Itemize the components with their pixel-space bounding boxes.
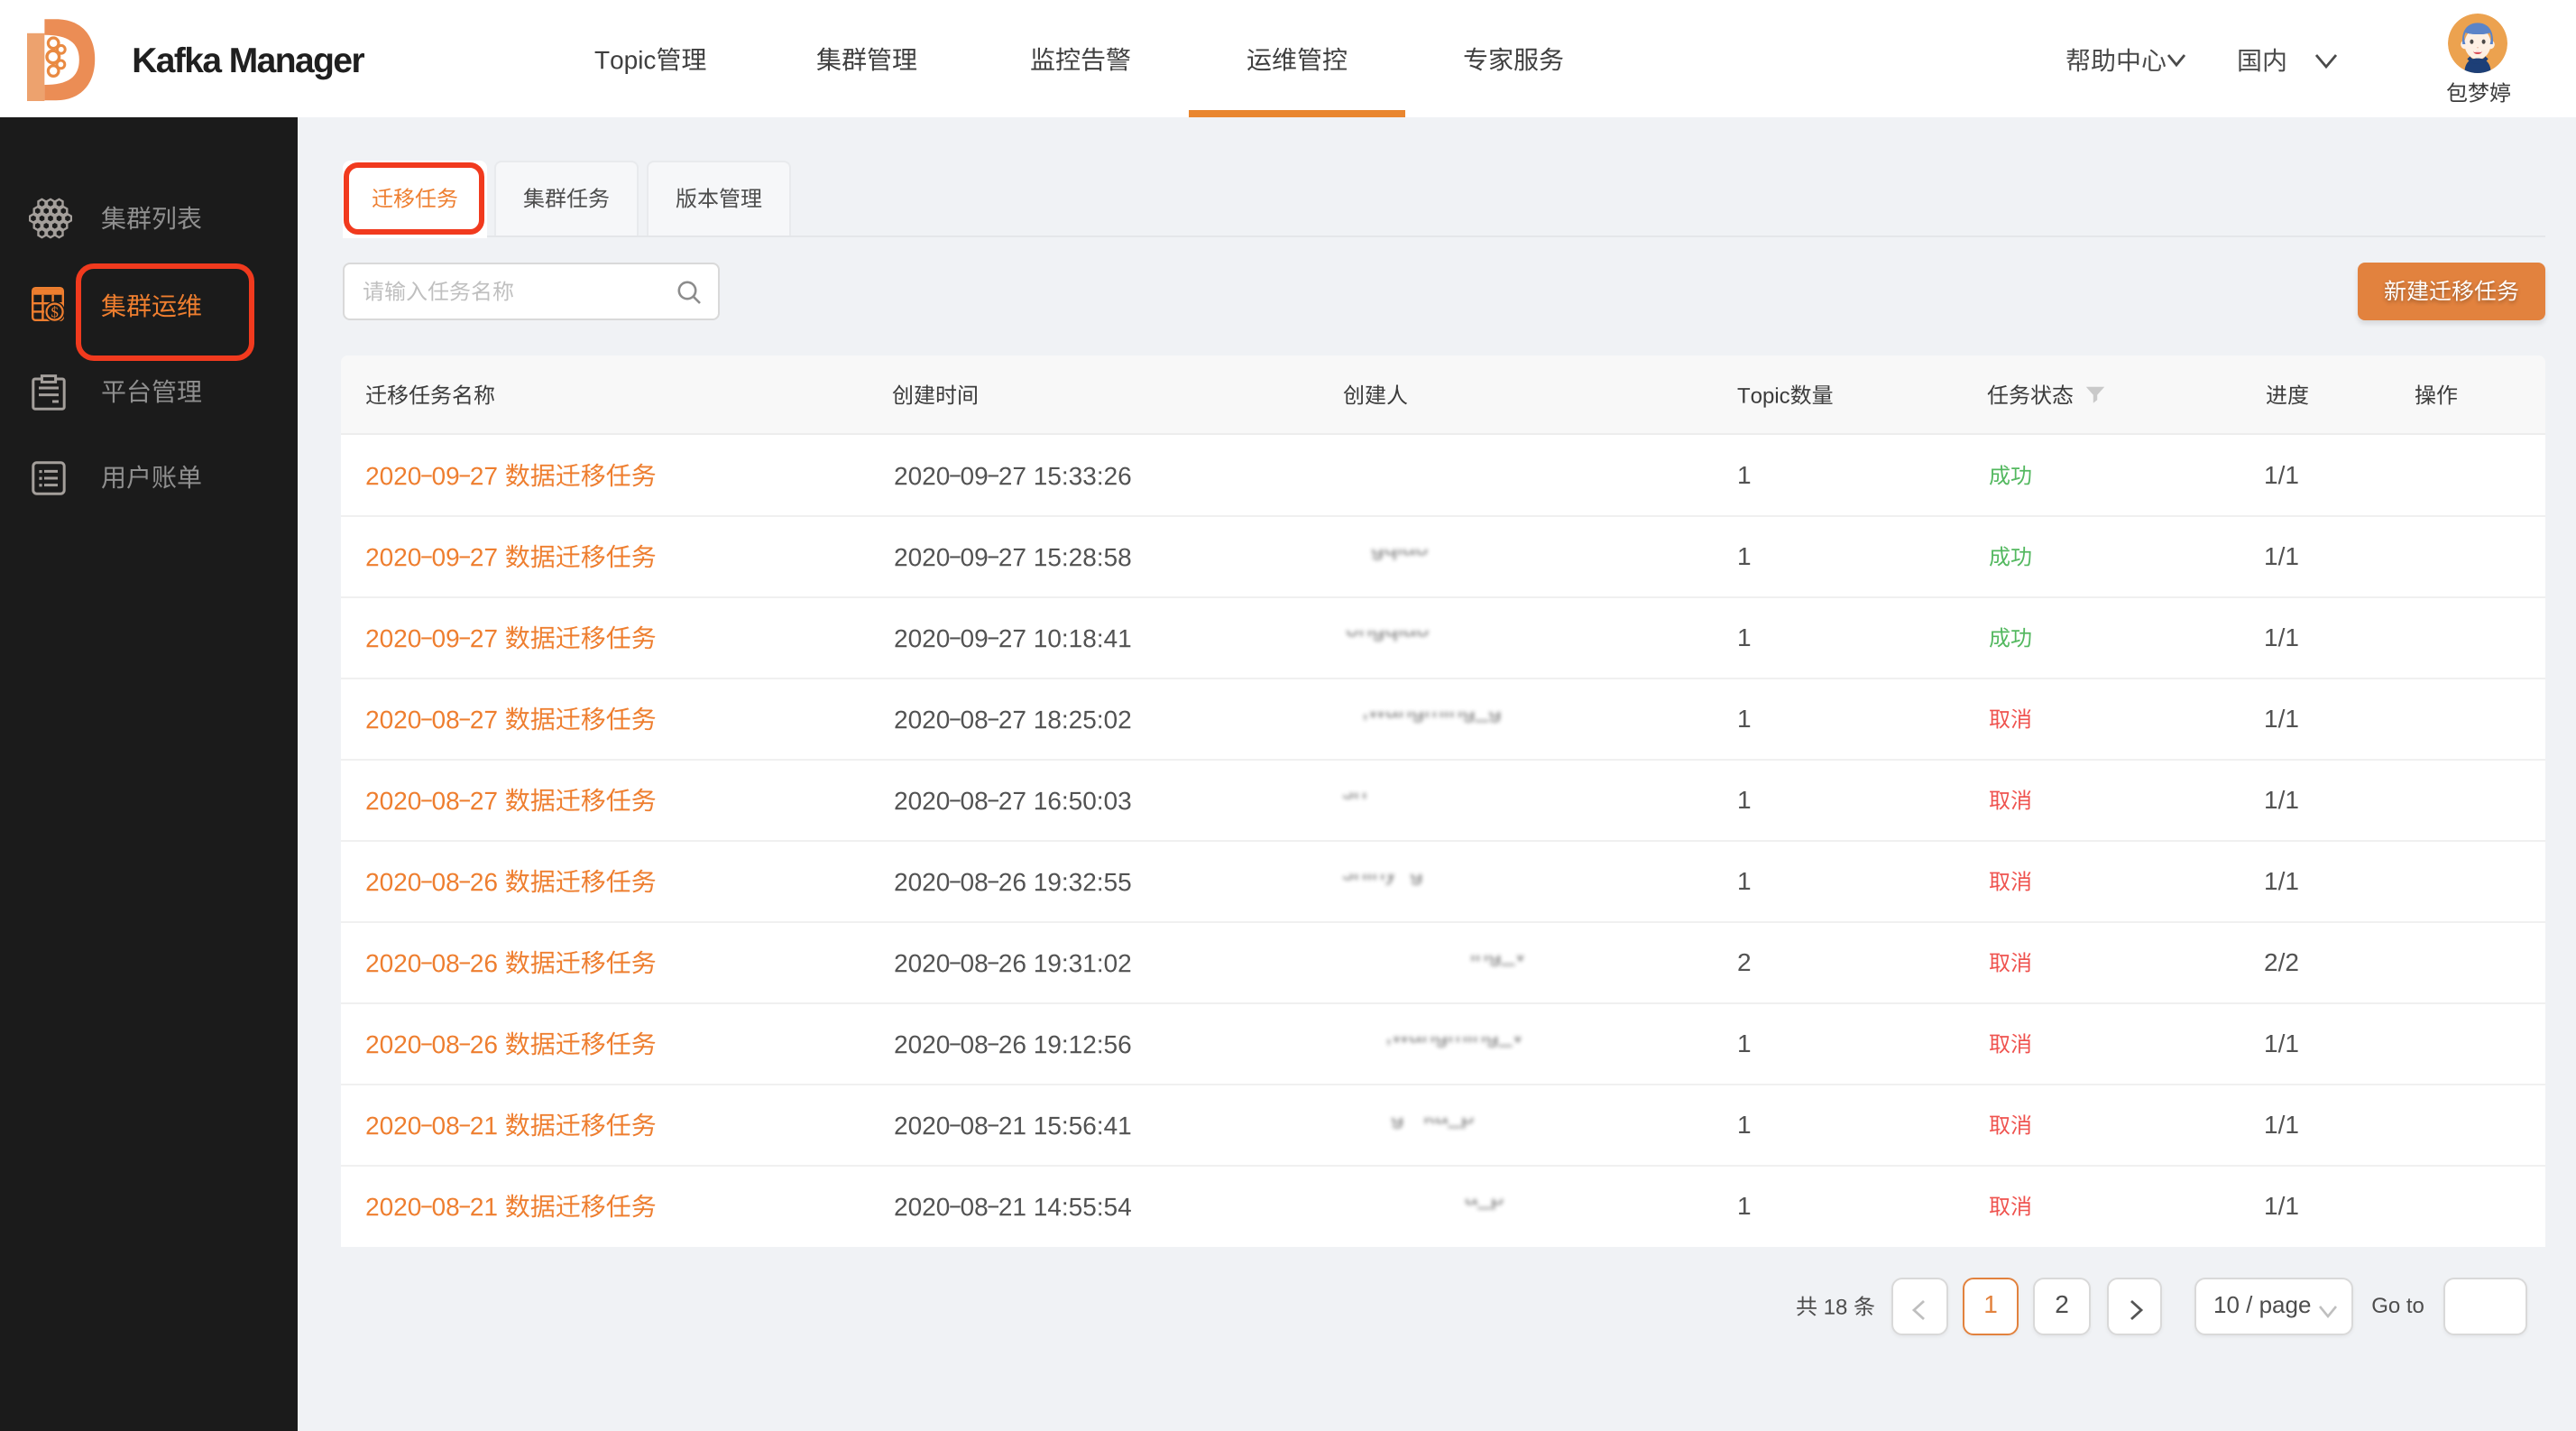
svg-text:$: $: [51, 304, 59, 321]
